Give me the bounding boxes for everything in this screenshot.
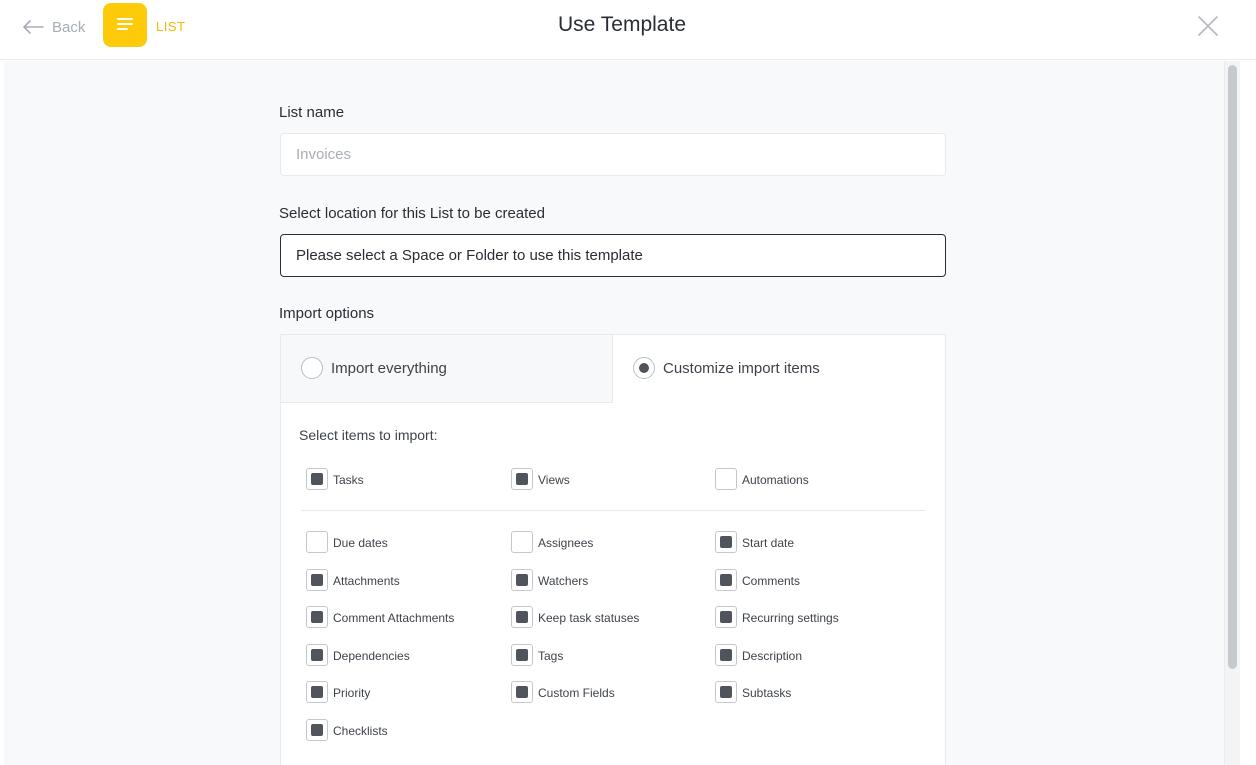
import-everything-label: Import everything [331, 360, 447, 377]
import-options-panel: Import everything Customize import items… [280, 334, 946, 765]
checkbox[interactable] [715, 468, 737, 490]
checkbox-label: Comments [742, 574, 801, 588]
customize-import-option[interactable]: Customize import items [613, 335, 945, 403]
checkbox-item-views[interactable]: Views [511, 468, 570, 490]
section-divider [301, 510, 926, 511]
checkbox-item-assignees[interactable]: Assignees [511, 531, 593, 553]
checkbox-label: Dependencies [333, 649, 410, 663]
list-name-input[interactable] [280, 133, 946, 176]
checkbox-item-attachments[interactable]: Attachments [306, 569, 400, 591]
vertical-scrollbar[interactable] [1224, 61, 1240, 765]
checkbox-label: Custom Fields [538, 686, 615, 700]
checkbox[interactable] [306, 719, 328, 741]
checkbox-label: Tags [538, 649, 564, 663]
list-name-label: List name [279, 104, 345, 121]
close-x-icon [1198, 16, 1218, 36]
close-button[interactable] [1196, 14, 1220, 38]
checkbox[interactable] [511, 468, 533, 490]
checkbox[interactable] [715, 606, 737, 628]
checkbox-label: Comment Attachments [333, 611, 455, 625]
modal-title: Use Template [557, 13, 686, 36]
checkbox-item-watchers[interactable]: Watchers [511, 569, 588, 591]
location-label: Select location for this List to be crea… [279, 205, 545, 222]
checkbox[interactable] [511, 681, 533, 703]
checkbox-label: Keep task statuses [538, 611, 640, 625]
checkbox[interactable] [306, 644, 328, 666]
checkbox-label: Attachments [333, 574, 400, 588]
checkbox-label: Start date [742, 536, 795, 550]
checkbox-item-comments[interactable]: Comments [715, 569, 800, 591]
checkbox[interactable] [511, 531, 533, 553]
checkbox-item-custom-fields[interactable]: Custom Fields [511, 681, 615, 703]
checkbox-label: Assignees [538, 536, 594, 550]
modal-header: Back LIST Use Template [0, 0, 1256, 60]
checkbox-item-subtasks[interactable]: Subtasks [715, 681, 791, 703]
import-options-label: Import options [279, 305, 375, 322]
checkbox-item-description[interactable]: Description [715, 644, 802, 666]
checkbox-item-keep-task-statuses[interactable]: Keep task statuses [511, 606, 639, 628]
checkbox-label: Priority [333, 686, 371, 700]
checkbox-label: Recurring settings [742, 611, 839, 625]
checkbox-label: Description [742, 649, 803, 663]
checkbox-label: Subtasks [742, 686, 792, 700]
checkbox-item-recurring-settings[interactable]: Recurring settings [715, 606, 839, 628]
checkbox[interactable] [715, 531, 737, 553]
checkbox-item-dependencies[interactable]: Dependencies [306, 644, 410, 666]
checkbox-label: Checklists [333, 724, 388, 738]
scrollbar-thumb[interactable] [1228, 65, 1237, 669]
checkbox[interactable] [511, 644, 533, 666]
checkbox[interactable] [511, 569, 533, 591]
checkbox-label: Tasks [333, 473, 364, 487]
checkbox-label: Watchers [538, 574, 589, 588]
location-select[interactable]: Please select a Space or Folder to use t… [280, 234, 946, 277]
checkbox[interactable] [306, 606, 328, 628]
import-everything-radio[interactable] [301, 357, 323, 379]
checkbox[interactable] [306, 468, 328, 490]
customize-import-radio[interactable] [633, 357, 655, 379]
checkbox-item-priority[interactable]: Priority [306, 681, 370, 703]
checkbox-item-tags[interactable]: Tags [511, 644, 563, 666]
checkbox[interactable] [306, 681, 328, 703]
import-everything-option[interactable]: Import everything [281, 335, 613, 403]
checkbox-item-tasks[interactable]: Tasks [306, 468, 364, 490]
checkbox-label: Automations [742, 473, 809, 487]
checkbox-item-checklists[interactable]: Checklists [306, 719, 388, 741]
checkbox-item-comment-attachments[interactable]: Comment Attachments [306, 606, 454, 628]
checkbox-label: Views [538, 473, 570, 487]
checkbox[interactable] [306, 531, 328, 553]
checkbox[interactable] [306, 569, 328, 591]
checkbox-label: Due dates [333, 536, 388, 550]
checkbox[interactable] [715, 644, 737, 666]
checkbox[interactable] [715, 569, 737, 591]
checkbox[interactable] [511, 606, 533, 628]
select-items-title: Select items to import: [299, 427, 438, 443]
customize-import-label: Customize import items [663, 360, 820, 377]
checkbox-item-start-date[interactable]: Start date [715, 531, 794, 553]
checkbox-item-automations[interactable]: Automations [715, 468, 809, 490]
checkbox[interactable] [715, 681, 737, 703]
checkbox-item-due-dates[interactable]: Due dates [306, 531, 388, 553]
